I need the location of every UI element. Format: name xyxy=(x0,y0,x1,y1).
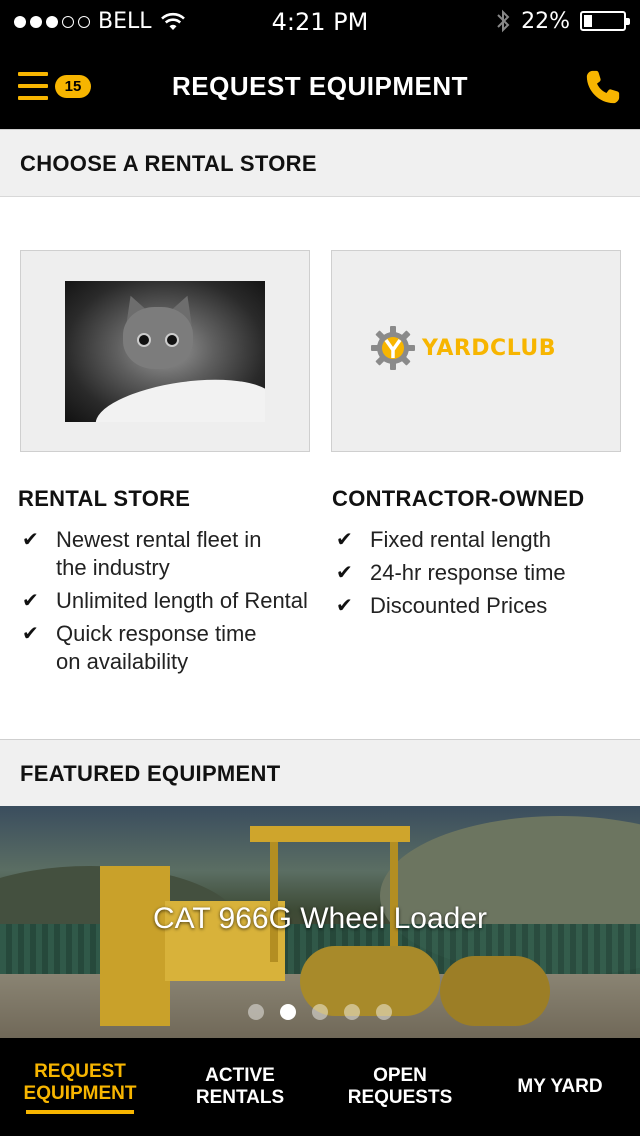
feature-text: Discounted Prices xyxy=(370,593,548,618)
feature-text: Unlimited length of Rental xyxy=(56,588,308,613)
phone-icon[interactable] xyxy=(584,68,622,106)
tab-active-rentals[interactable]: ACTIVE RENTALS xyxy=(160,1038,320,1136)
tab-bar: REQUEST EQUIPMENT ACTIVE RENTALS OPEN RE… xyxy=(0,1038,640,1136)
feature-item: ✔ 24-hr response time xyxy=(332,559,632,587)
featured-carousel[interactable]: CAT 966G Wheel Loader xyxy=(0,806,640,1038)
carousel-pager[interactable] xyxy=(0,1004,640,1020)
feature-item: ✔ Fixed rental length xyxy=(332,526,632,554)
status-bar: BELL 4:21 PM 22% xyxy=(0,0,640,44)
tab-open-requests[interactable]: OPEN REQUESTS xyxy=(320,1038,480,1136)
page-title: REQUEST EQUIPMENT xyxy=(172,71,468,101)
feature-text: Newest rental fleet in the industry xyxy=(56,527,262,580)
rental-store-column: RENTAL STORE ✔ Newest rental fleet in th… xyxy=(18,486,318,681)
gear-icon xyxy=(371,326,415,370)
section-title: CHOOSE A RENTAL STORE xyxy=(20,151,317,176)
machine-body xyxy=(100,866,170,1026)
active-tab-indicator xyxy=(26,1109,134,1114)
bluetooth-icon xyxy=(497,9,510,33)
rental-store-title: RENTAL STORE xyxy=(18,486,191,511)
tab-label: OPEN REQUESTS xyxy=(347,1065,453,1108)
checkmark-icon: ✔ xyxy=(336,595,353,617)
feature-item: ✔ Discounted Prices xyxy=(332,592,632,620)
feature-text: 24-hr response time xyxy=(370,560,566,585)
machine-roof xyxy=(250,826,410,842)
battery-percent: 22% xyxy=(521,8,570,34)
battery-icon xyxy=(580,11,630,31)
feature-item: ✔ Unlimited length of Rental xyxy=(18,587,318,615)
rental-store-card[interactable] xyxy=(20,250,310,452)
contractor-owned-column: CONTRACTOR-OWNED ✔ Fixed rental length ✔… xyxy=(332,486,632,625)
checkmark-icon: ✔ xyxy=(22,529,39,551)
feature-text: Fixed rental length xyxy=(370,527,551,552)
logo-text: YARDCLUB xyxy=(422,335,557,361)
pager-dot-active[interactable] xyxy=(280,1004,296,1020)
contractor-owned-title: CONTRACTOR-OWNED xyxy=(332,486,585,511)
feature-text: Quick response time on availability xyxy=(56,621,257,674)
tab-label: MY YARD xyxy=(517,1076,603,1097)
yardclub-logo: YARDCLUB xyxy=(370,325,556,371)
featured-section-header: FEATURED EQUIPMENT xyxy=(0,739,640,807)
nav-bar: 15 REQUEST EQUIPMENT xyxy=(0,44,640,130)
checkmark-icon: ✔ xyxy=(336,529,353,551)
pager-dot[interactable] xyxy=(248,1004,264,1020)
checkmark-icon: ✔ xyxy=(336,562,353,584)
pager-dot[interactable] xyxy=(344,1004,360,1020)
checkmark-icon: ✔ xyxy=(22,590,39,612)
feature-item: ✔ Newest rental fleet in the industry xyxy=(18,526,318,582)
tab-my-yard[interactable]: MY YARD xyxy=(480,1038,640,1136)
contractor-owned-card[interactable]: YARDCLUB xyxy=(331,250,621,452)
section-title: FEATURED EQUIPMENT xyxy=(20,761,281,786)
kitten-photo xyxy=(65,281,265,422)
tab-label: ACTIVE RENTALS xyxy=(195,1065,285,1108)
tab-request-equipment[interactable]: REQUEST EQUIPMENT xyxy=(0,1038,160,1136)
rental-section-header: CHOOSE A RENTAL STORE xyxy=(0,129,640,197)
featured-item-title: CAT 966G Wheel Loader xyxy=(152,902,488,935)
pager-dot[interactable] xyxy=(376,1004,392,1020)
tab-label: REQUEST EQUIPMENT xyxy=(23,1060,137,1104)
pager-dot[interactable] xyxy=(312,1004,328,1020)
feature-item: ✔ Quick response time on availability xyxy=(18,620,318,676)
checkmark-icon: ✔ xyxy=(22,623,39,645)
